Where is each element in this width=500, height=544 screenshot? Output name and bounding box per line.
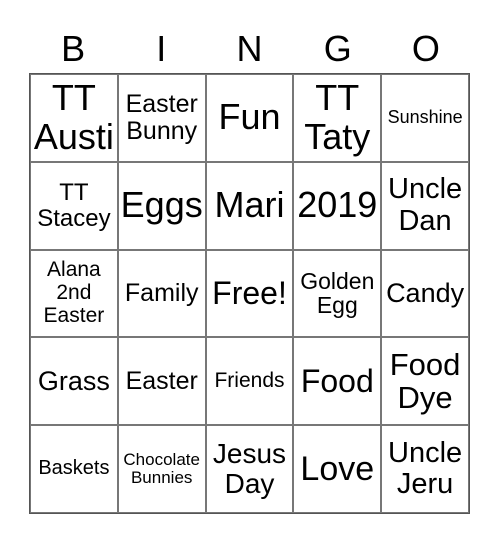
bingo-cell-label: Chocolate Bunnies bbox=[123, 449, 200, 488]
bingo-cell[interactable]: Chocolate Bunnies bbox=[117, 425, 206, 513]
bingo-cell-label: Golden Egg bbox=[300, 267, 375, 319]
bingo-cell-label: Family bbox=[124, 278, 199, 307]
header-letter-i: I bbox=[156, 28, 167, 69]
bingo-cell-label: TT Stacey bbox=[37, 178, 111, 232]
bingo-cell-label: Baskets bbox=[38, 457, 110, 480]
bingo-cell[interactable]: Alana 2nd Easter bbox=[30, 249, 118, 338]
bingo-cell-label: Sunshine bbox=[387, 107, 463, 128]
bingo-cell-label: TT Austi bbox=[33, 77, 114, 157]
bingo-cell-label: Love bbox=[300, 449, 375, 488]
bingo-cell[interactable]: Food Dye bbox=[381, 337, 469, 426]
header-letter-o: O bbox=[411, 28, 440, 69]
bingo-cell[interactable]: TT Stacey bbox=[30, 161, 118, 250]
bingo-cell[interactable]: 2019 bbox=[293, 161, 382, 250]
bingo-cell-label: Easter Bunny bbox=[125, 89, 198, 145]
bingo-cell-label: Food Dye bbox=[389, 346, 461, 416]
bingo-cell-label: TT Taty bbox=[304, 77, 371, 157]
bingo-cell[interactable]: Free! bbox=[205, 249, 294, 338]
bingo-cell[interactable]: Family bbox=[117, 249, 206, 338]
bingo-cell-label: Fun bbox=[218, 96, 281, 138]
bingo-cell-label: Jesus Day bbox=[212, 437, 287, 500]
bingo-cell[interactable]: Mari bbox=[205, 161, 294, 250]
bingo-cell-label: Eggs bbox=[120, 184, 203, 226]
bingo-cell-label: Uncle Jeru bbox=[388, 436, 463, 501]
bingo-cell[interactable]: Easter bbox=[117, 337, 206, 426]
bingo-header: B I N G O bbox=[29, 26, 470, 72]
bingo-cell-label: Friends bbox=[214, 368, 285, 392]
bingo-cell[interactable]: Sunshine bbox=[381, 74, 469, 162]
bingo-cell-label: Food bbox=[300, 363, 374, 400]
bingo-cell[interactable]: Love bbox=[293, 425, 382, 513]
bingo-cell[interactable]: Friends bbox=[205, 337, 294, 426]
bingo-cell-label: Mari bbox=[214, 184, 285, 226]
bingo-cell-label: Easter bbox=[125, 366, 198, 395]
bingo-cell[interactable]: Eggs bbox=[117, 161, 206, 250]
bingo-cell[interactable]: TT Austi bbox=[30, 74, 118, 162]
bingo-cell-label: Grass bbox=[37, 365, 110, 396]
bingo-cell[interactable]: Food bbox=[293, 337, 382, 426]
header-letter-b: B bbox=[61, 28, 86, 69]
bingo-cell[interactable]: Fun bbox=[205, 74, 294, 162]
bingo-grid: TT Austi Easter Bunny Fun TT Taty Sunshine TT… bbox=[29, 73, 470, 514]
header-letter-g: G bbox=[323, 28, 352, 69]
bingo-cell[interactable]: Jesus Day bbox=[205, 425, 294, 513]
bingo-cell[interactable]: Baskets bbox=[30, 425, 118, 513]
bingo-cell-label: Alana 2nd Easter bbox=[43, 258, 105, 327]
bingo-cell[interactable]: TT Taty bbox=[293, 74, 382, 162]
bingo-cell-label: 2019 bbox=[297, 184, 378, 226]
bingo-cell[interactable]: Uncle Jeru bbox=[381, 425, 469, 513]
bingo-cell[interactable]: Candy bbox=[381, 249, 469, 338]
bingo-cell-label: Uncle Dan bbox=[388, 173, 463, 237]
bingo-cell[interactable]: Uncle Dan bbox=[381, 161, 469, 250]
bingo-cell[interactable]: Grass bbox=[30, 337, 118, 426]
bingo-cell[interactable]: Golden Egg bbox=[293, 249, 382, 338]
bingo-cell-label: Candy bbox=[386, 277, 465, 308]
header-letter-n: N bbox=[236, 28, 263, 69]
bingo-cell[interactable]: Easter Bunny bbox=[117, 74, 206, 162]
bingo-cell-label: Free! bbox=[212, 275, 287, 312]
